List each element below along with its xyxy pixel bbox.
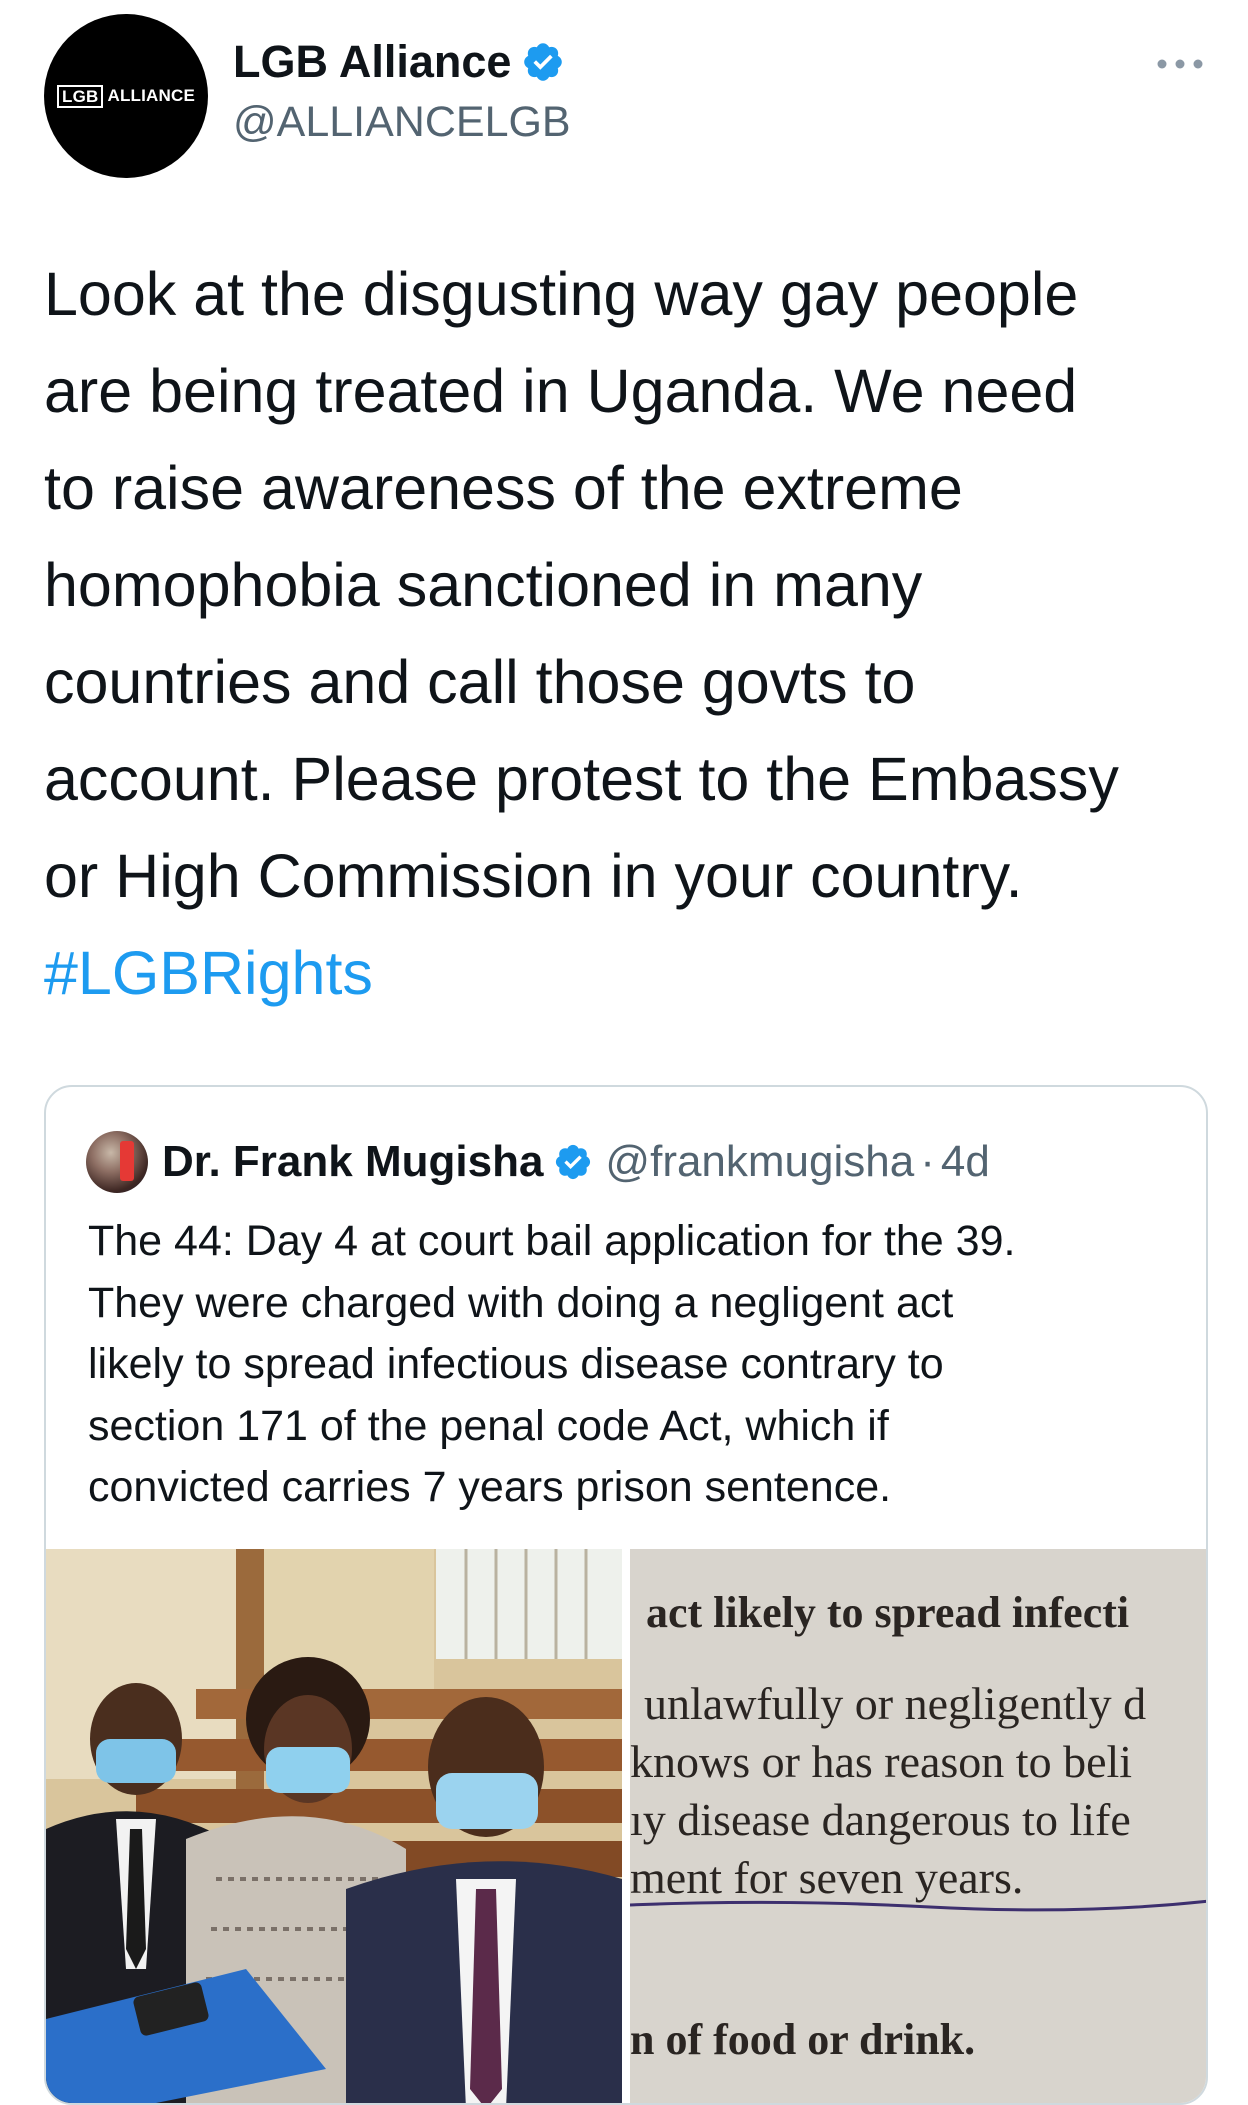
author-handle[interactable]: @ALLIANCELGB — [233, 98, 571, 147]
quoted-text-line: They were charged with doing a negligent… — [88, 1278, 954, 1327]
author-display-name[interactable]: LGB Alliance — [233, 36, 565, 88]
legal-text-line: knows or has reason to beli — [630, 1736, 1133, 1787]
legal-text-line: n of food or drink. — [630, 2015, 976, 2064]
more-horizontal-icon — [1157, 59, 1203, 69]
quoted-text-line: convicted carries 7 years prison sentenc… — [88, 1463, 892, 1511]
verified-badge-icon — [556, 1144, 591, 1180]
author-name-text: LGB Alliance — [233, 36, 512, 87]
legal-text-line: act likely to spread infecti — [646, 1588, 1130, 1637]
avatar-logo: LGB ALLIANCE — [56, 84, 196, 108]
legal-text-line: ıy disease dangerous to life — [630, 1794, 1131, 1845]
tweet-text-line: Look at the disgusting way gay people — [44, 260, 1079, 328]
tweet-text-line: to raise awareness of the extreme — [44, 454, 963, 522]
quoted-tweet-text: The 44: Day 4 at court bail application … — [88, 1211, 1178, 1519]
tweet-text-line: account. Please protest to the Embassy — [44, 745, 1119, 813]
author-avatar[interactable]: LGB ALLIANCE — [44, 14, 208, 178]
tweet-text-line: are being treated in Uganda. We need — [44, 357, 1078, 425]
quoted-author-handle[interactable]: @frankmugisha — [605, 1137, 914, 1187]
more-options-button[interactable] — [1150, 44, 1210, 84]
quoted-tweet-time[interactable]: 4d — [941, 1137, 990, 1187]
hashtag-link[interactable]: #LGBRights — [44, 925, 1214, 1022]
quoted-author-name[interactable]: Dr. Frank Mugisha — [162, 1137, 543, 1187]
quoted-tweet-header: Dr. Frank Mugisha @frankmugisha · 4d — [86, 1131, 990, 1193]
media-photo-courtroom[interactable] — [46, 1549, 622, 2103]
tweet-text-line: homophobia sanctioned in many — [44, 551, 923, 619]
pen-underline-mark — [630, 1899, 1206, 1912]
tweet-text: Look at the disgusting way gay people ar… — [44, 246, 1214, 1022]
quoted-author-avatar[interactable] — [86, 1131, 148, 1193]
tweet-text-line: or High Commission in your country. — [44, 842, 1023, 910]
media-photo-legal-text[interactable]: act likely to spread infecti unlawfully … — [630, 1549, 1206, 2103]
courtroom-photo-illustration — [46, 1549, 622, 2103]
verified-badge-icon — [524, 43, 563, 81]
avatar-logo-boxed: LGB — [56, 84, 104, 108]
legal-text-line: unlawfully or negligently d — [644, 1678, 1147, 1729]
quoted-tweet-card[interactable]: Dr. Frank Mugisha @frankmugisha · 4d The… — [44, 1085, 1208, 2105]
quoted-text-line: likely to spread infectious disease cont… — [88, 1340, 944, 1388]
quoted-text-line: The 44: Day 4 at court bail application … — [88, 1217, 1016, 1265]
avatar-logo-text: ALLIANCE — [107, 86, 196, 105]
header-separator: · — [920, 1137, 935, 1186]
quoted-text-line: section 171 of the penal code Act, which… — [88, 1401, 889, 1450]
tweet-text-line: countries and call those govts to — [44, 648, 916, 716]
